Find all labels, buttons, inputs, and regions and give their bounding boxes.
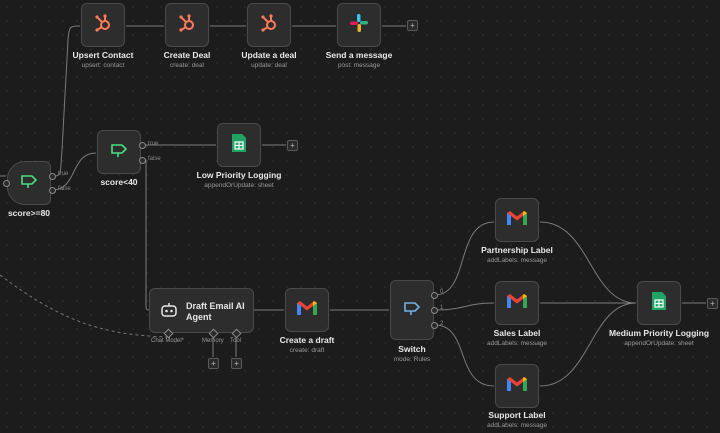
node-subtitle: addLabels: message xyxy=(487,340,547,347)
hubspot-node-update-deal[interactable] xyxy=(247,3,291,47)
if-node-score40[interactable] xyxy=(97,130,141,174)
node-title: Draft Email AI Agent xyxy=(186,301,245,322)
node-title: Switch xyxy=(398,344,426,354)
sheets-node-medium-priority-logging[interactable] xyxy=(637,281,681,325)
if-branch-icon xyxy=(19,173,39,194)
node-label: Create a draft create: draft xyxy=(247,335,367,356)
output-port-false[interactable] xyxy=(49,187,56,194)
add-node-button[interactable]: + xyxy=(287,140,298,151)
node-title: Partnership Label xyxy=(481,245,553,255)
node-label: Support Label addLabels: message xyxy=(457,410,577,431)
switch-output-label-2: 2 xyxy=(440,321,444,327)
node-title: Low Priority Logging xyxy=(196,170,282,180)
node-subtitle: appendOrUpdate: sheet xyxy=(204,182,274,189)
switch-icon xyxy=(402,300,422,321)
node-label: Partnership Label addLabels: message xyxy=(457,245,577,266)
gmail-icon xyxy=(296,300,318,321)
slack-icon xyxy=(349,13,369,38)
switch-output-2[interactable] xyxy=(431,322,438,329)
gmail-node-support-label[interactable] xyxy=(495,364,539,408)
node-title: Create a draft xyxy=(279,335,335,345)
switch-node[interactable] xyxy=(390,280,434,340)
node-title: score<40 xyxy=(100,177,138,187)
node-title: score>=80 xyxy=(7,208,51,218)
node-label: score>=80 xyxy=(0,208,89,219)
node-label: Switch mode: Rules xyxy=(352,344,472,365)
input-port[interactable] xyxy=(3,180,10,187)
node-subtitle: addLabels: message xyxy=(487,422,547,429)
if-node-score80[interactable] xyxy=(7,161,51,205)
add-node-button[interactable]: + xyxy=(707,298,718,309)
add-node-button[interactable]: + xyxy=(407,20,418,31)
robot-icon xyxy=(160,302,178,323)
node-subtitle: mode: Rules xyxy=(393,356,431,363)
ai-agent-node-draft-email[interactable]: Draft Email AI Agent xyxy=(149,288,254,333)
google-sheets-icon xyxy=(651,291,667,316)
node-label: Low Priority Logging appendOrUpdate: she… xyxy=(179,170,299,191)
gmail-node-partnership-label[interactable] xyxy=(495,198,539,242)
sheets-node-low-priority-logging[interactable] xyxy=(217,123,261,167)
edge-chat-model-dashed xyxy=(0,274,169,338)
slack-node-send-message[interactable] xyxy=(337,3,381,47)
switch-output-0[interactable] xyxy=(431,292,438,299)
workflow-canvas[interactable]: true false score>=80 Upsert Contact upse… xyxy=(0,0,720,433)
hubspot-icon xyxy=(259,13,279,38)
hubspot-node-create-deal[interactable] xyxy=(165,3,209,47)
node-title: Send a message xyxy=(325,50,393,60)
output-port-true[interactable] xyxy=(49,173,56,180)
tool-label: Tool xyxy=(230,338,242,344)
node-subtitle: addLabels: message xyxy=(487,257,547,264)
edge-true-to-upsert xyxy=(51,25,81,177)
switch-output-label-0: 0 xyxy=(440,289,444,295)
switch-output-1[interactable] xyxy=(431,307,438,314)
node-label: Medium Priority Logging appendOrUpdate: … xyxy=(599,328,719,349)
hubspot-icon xyxy=(93,13,113,38)
gmail-icon xyxy=(506,376,528,397)
switch-output-label-1: 1 xyxy=(440,305,444,311)
node-subtitle: create: draft xyxy=(289,347,325,354)
hubspot-icon xyxy=(177,13,197,38)
chat-model-label: Chat Model* xyxy=(151,338,185,344)
if-branch-icon xyxy=(109,142,129,163)
output-port-false[interactable] xyxy=(139,157,146,164)
node-title: Sales Label xyxy=(493,328,541,338)
output-port-true[interactable] xyxy=(139,142,146,149)
node-subtitle: appendOrUpdate: sheet xyxy=(624,340,694,347)
add-memory-button[interactable]: + xyxy=(208,358,219,369)
node-label: score<40 xyxy=(59,177,179,188)
gmail-node-create-draft[interactable] xyxy=(285,288,329,332)
node-title: Support Label xyxy=(488,410,546,420)
memory-label: Memory xyxy=(202,338,224,344)
add-tool-button[interactable]: + xyxy=(231,358,242,369)
gmail-node-sales-label[interactable] xyxy=(495,281,539,325)
branch-label-false: false xyxy=(148,156,161,162)
node-subtitle: post: message xyxy=(337,62,381,69)
node-label: Sales Label addLabels: message xyxy=(457,328,577,349)
node-title: Medium Priority Logging xyxy=(608,328,710,338)
gmail-icon xyxy=(506,210,528,231)
node-label: Send a message post: message xyxy=(299,50,419,71)
branch-label-true: true xyxy=(148,141,159,147)
gmail-icon xyxy=(506,293,528,314)
edge-switch-1 xyxy=(434,302,495,311)
google-sheets-icon xyxy=(231,133,247,158)
hubspot-node-upsert-contact[interactable] xyxy=(81,3,125,47)
